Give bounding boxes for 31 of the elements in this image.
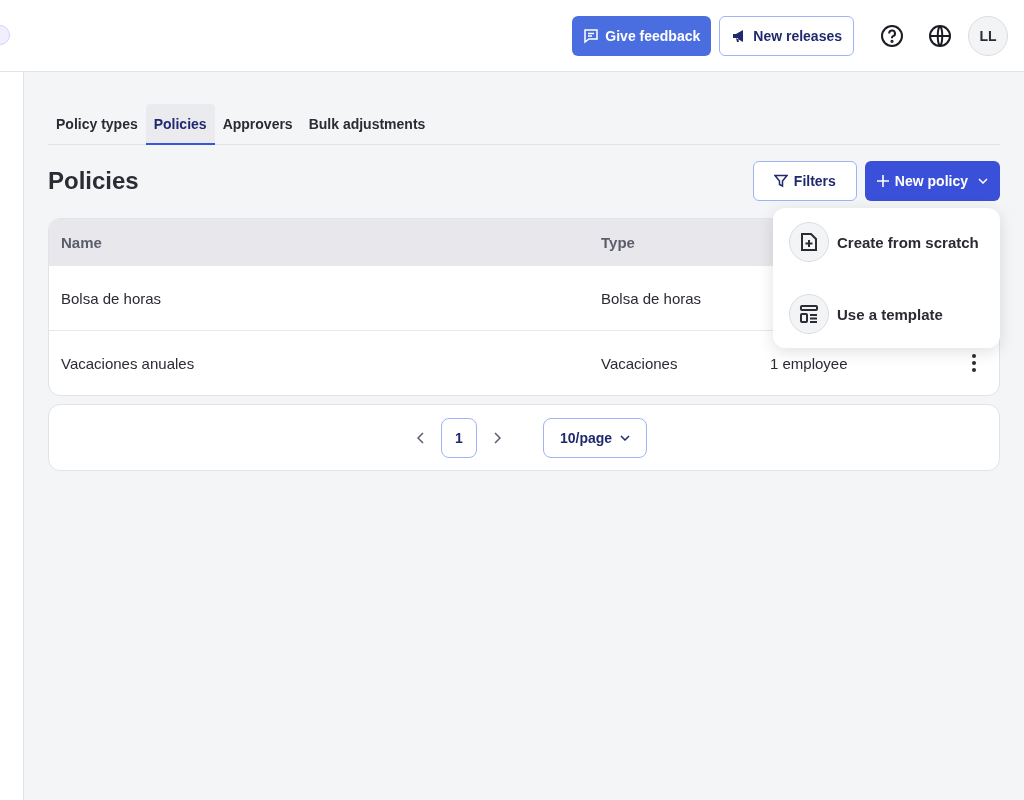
- filter-icon: [773, 174, 788, 188]
- chevron-down-icon: [978, 178, 988, 184]
- chat-icon: [583, 27, 600, 44]
- globe-icon[interactable]: [928, 23, 952, 48]
- template-icon: [799, 304, 819, 324]
- filters-button[interactable]: Filters: [752, 161, 857, 201]
- give-feedback-button[interactable]: Give feedback: [572, 15, 712, 56]
- file-plus-icon: [800, 232, 818, 252]
- table-cell: Vacaciones: [601, 354, 678, 372]
- table-cell: 1 employee: [770, 354, 848, 372]
- more-options-icon[interactable]: [972, 354, 976, 372]
- help-icon[interactable]: [880, 23, 904, 48]
- chevron-down-icon: [620, 434, 631, 441]
- page-button[interactable]: 1: [440, 417, 477, 458]
- user-avatar[interactable]: LL: [968, 15, 1008, 56]
- tab[interactable]: Policy types: [48, 104, 146, 145]
- new-policy-button[interactable]: New policy: [864, 161, 1000, 201]
- tab[interactable]: Policies: [145, 104, 215, 145]
- tab[interactable]: Bulk adjustments: [300, 104, 434, 145]
- new-releases-button[interactable]: New releases: [719, 15, 854, 56]
- table-cell: Bolsa de horas: [61, 289, 162, 307]
- table-cell: Bolsa de horas: [601, 289, 702, 307]
- menu-item[interactable]: Create from scratch: [789, 222, 1000, 262]
- column-header: Name: [61, 234, 102, 251]
- column-header: Type: [601, 234, 635, 251]
- plus-icon: [876, 175, 889, 187]
- table-cell: Vacaciones anuales: [61, 354, 195, 372]
- menu-item[interactable]: Use a template: [789, 294, 1000, 334]
- tab[interactable]: Approvers: [214, 104, 301, 145]
- page-title: Policies: [48, 167, 140, 195]
- page-size-dropdown[interactable]: 10/page: [542, 417, 648, 458]
